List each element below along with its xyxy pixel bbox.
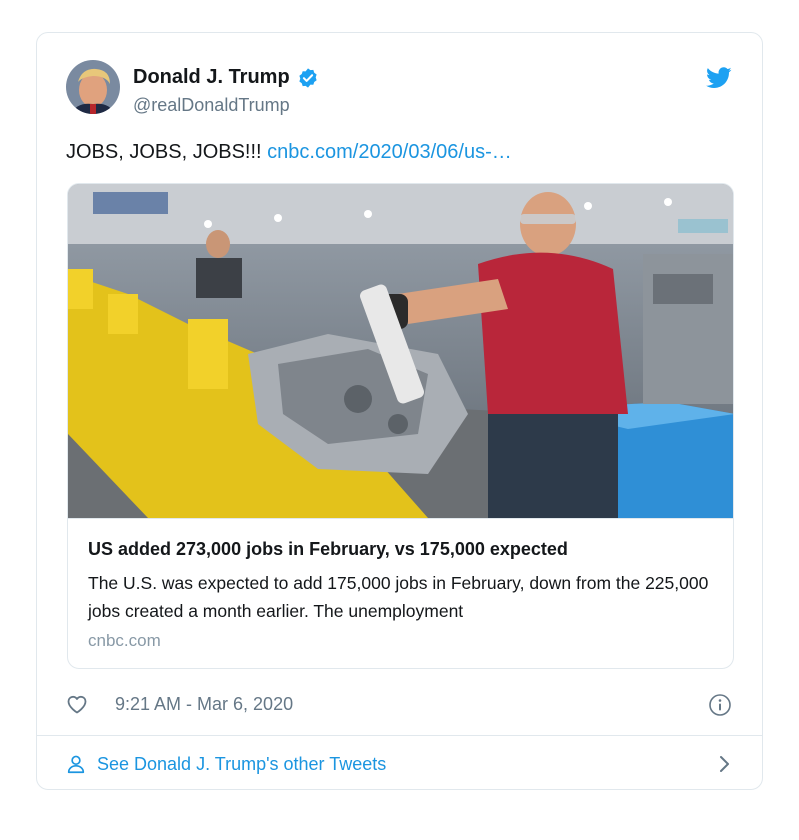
avatar[interactable]: [66, 60, 120, 114]
link-preview-body[interactable]: US added 273,000 jobs in February, vs 17…: [68, 518, 733, 668]
link-description[interactable]: The U.S. was expected to add 175,000 job…: [88, 569, 718, 625]
see-other-tweets-link[interactable]: See Donald J. Trump's other Tweets: [65, 749, 734, 779]
heart-icon[interactable]: [65, 692, 89, 716]
link-domain[interactable]: cnbc.com: [88, 631, 161, 651]
divider: [37, 735, 762, 736]
verified-badge-icon: [297, 67, 319, 89]
author-name-row[interactable]: Donald J. Trump: [133, 66, 319, 89]
person-icon: [65, 753, 87, 775]
tweet-text: JOBS, JOBS, JOBS!!! cnbc.com/2020/03/06/…: [66, 141, 512, 164]
link-title[interactable]: US added 273,000 jobs in February, vs 17…: [88, 539, 568, 560]
info-icon[interactable]: [708, 693, 732, 717]
tweet-timestamp[interactable]: 9:21 AM - Mar 6, 2020: [115, 694, 293, 715]
chevron-right-icon[interactable]: [714, 753, 734, 775]
meta-row: 9:21 AM - Mar 6, 2020: [65, 691, 293, 717]
tweet-link[interactable]: cnbc.com/2020/03/06/us-…: [267, 141, 512, 163]
link-preview-card[interactable]: US added 273,000 jobs in February, vs 17…: [67, 183, 734, 669]
see-other-tweets-label[interactable]: See Donald J. Trump's other Tweets: [97, 754, 386, 775]
author-name[interactable]: Donald J. Trump: [133, 66, 290, 89]
twitter-bird-icon[interactable]: [706, 67, 732, 89]
author-handle[interactable]: @realDonaldTrump: [133, 95, 290, 116]
tweet-card: Donald J. Trump @realDonaldTrump JOBS, J…: [36, 32, 763, 790]
tweet-text-body: JOBS, JOBS, JOBS!!!: [66, 141, 262, 163]
link-preview-image[interactable]: [68, 184, 733, 518]
